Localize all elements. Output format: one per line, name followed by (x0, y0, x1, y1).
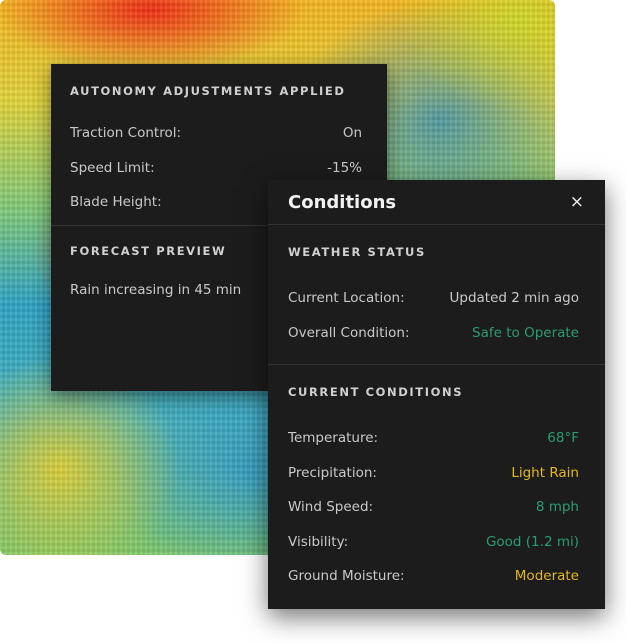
row-value: Moderate (514, 568, 579, 585)
conditions-panel: Conditions × WEATHER STATUS Current Loca… (268, 180, 605, 609)
current-conditions-rows: Temperature: 68°F Precipitation: Light R… (268, 413, 605, 594)
row-label: Wind Speed: (288, 499, 374, 516)
row-value: Light Rain (511, 464, 579, 481)
current-location-row: Current Location: Updated 2 min ago (288, 281, 579, 316)
current-conditions-heading: CURRENT CONDITIONS (288, 385, 464, 399)
conditions-title: Conditions (288, 191, 397, 213)
row-label: Ground Moisture: (288, 568, 405, 585)
overall-condition-row: Overall Condition: Safe to Operate (288, 316, 579, 351)
status-value: Safe to Operate (472, 324, 579, 341)
row-value: 8 mph (535, 499, 579, 516)
wind-speed-row: Wind Speed: 8 mph (288, 490, 579, 525)
current-conditions-section: CURRENT CONDITIONS Temperature: 68°F Pre… (268, 364, 605, 594)
weather-status-heading: WEATHER STATUS (288, 245, 426, 259)
row-value: 68°F (547, 430, 579, 447)
row-label: Blade Height: (70, 194, 162, 211)
row-label: Visibility: (288, 533, 349, 550)
row-label: Speed Limit: (70, 159, 155, 176)
row-label: Current Location: (288, 290, 405, 307)
row-label: Traction Control: (70, 125, 182, 142)
temperature-row: Temperature: 68°F (288, 421, 579, 456)
precipitation-row: Precipitation: Light Rain (288, 456, 579, 491)
conditions-header: Conditions × (268, 180, 605, 225)
ground-moisture-row: Ground Moisture: Moderate (288, 559, 579, 594)
close-icon[interactable]: × (570, 193, 584, 211)
traction-control-row: Traction Control: On (70, 116, 362, 151)
visibility-row: Visibility: Good (1.2 mi) (288, 525, 579, 560)
autonomy-heading: AUTONOMY ADJUSTMENTS APPLIED (70, 84, 346, 98)
row-value: -15% (327, 159, 362, 176)
row-value: On (342, 125, 362, 142)
row-value: Good (1.2 mi) (485, 533, 579, 550)
row-value: Updated 2 min ago (449, 290, 579, 307)
row-label: Overall Condition: (288, 324, 410, 341)
row-label: Precipitation: (288, 464, 377, 481)
weather-status-rows: Current Location: Updated 2 min ago Over… (268, 273, 605, 350)
row-label: Temperature: (288, 430, 379, 447)
